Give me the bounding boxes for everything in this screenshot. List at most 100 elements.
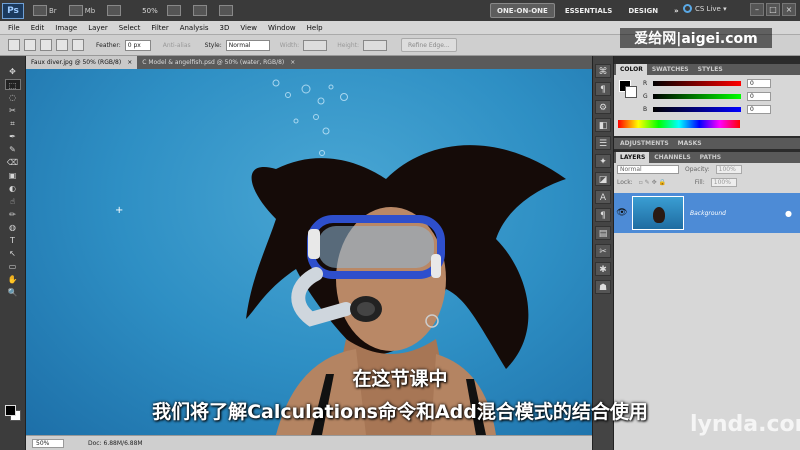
panel-background-swatch[interactable] [625, 86, 637, 98]
intersect-selection-button[interactable] [72, 39, 84, 51]
screen-mode-button[interactable] [216, 4, 236, 18]
type-tool-icon[interactable]: T [5, 235, 21, 246]
brush-tool-icon[interactable]: ✏ [5, 209, 21, 220]
settings-panel-icon[interactable]: ⚙ [595, 100, 611, 114]
antialias-checkbox[interactable]: Anti-alias [163, 42, 191, 49]
menu-edit[interactable]: Edit [31, 24, 45, 32]
close-tab-icon[interactable]: × [290, 59, 295, 66]
menu-layer[interactable]: Layer [88, 24, 108, 32]
zoom-level[interactable]: 50% [142, 7, 158, 15]
eraser-tool-icon[interactable]: ⌫ [5, 157, 21, 168]
dodge-tool-icon[interactable]: ◐ [5, 183, 21, 194]
brush-panel-icon[interactable]: ✦ [595, 154, 611, 168]
menu-image[interactable]: Image [55, 24, 77, 32]
move-tool-icon[interactable]: ✥ [5, 66, 21, 77]
tool-preset-picker[interactable] [8, 39, 20, 51]
workspace-essentials[interactable]: ESSENTIALS [559, 3, 619, 18]
crop-tool-icon[interactable]: ⌗ [5, 118, 21, 129]
character-panel-icon[interactable]: A [595, 190, 611, 204]
3d-panel-icon[interactable]: ☗ [595, 280, 611, 294]
history-brush-icon[interactable]: ☝ [5, 196, 21, 207]
path-select-tool-icon[interactable]: ↖ [5, 248, 21, 259]
feather-input[interactable]: 0 px [124, 39, 151, 51]
info-panel-icon[interactable]: ☰ [595, 136, 611, 150]
workspace-one-on-one[interactable]: ONE-ON-ONE [490, 3, 555, 18]
zoom-tool-icon[interactable]: 🔍 [5, 287, 21, 298]
aigei-watermark: 爱给网|aigei.com [620, 28, 772, 48]
blur-tool-icon[interactable]: ◍ [5, 222, 21, 233]
document-size[interactable]: Doc: 6.88M/6.88M [88, 440, 143, 447]
layer-row-background[interactable]: 👁 Background ● [614, 193, 800, 233]
clone-source-panel-icon[interactable]: ◪ [595, 172, 611, 186]
eyedropper-tool-icon[interactable]: ✒ [5, 131, 21, 142]
lock-icons[interactable]: ▫ ✎ ✥ 🔒 [639, 179, 689, 186]
foreground-color-swatch[interactable] [5, 405, 16, 416]
red-value-input[interactable]: 0 [747, 79, 771, 88]
tab-swatches[interactable]: SWATCHES [648, 64, 693, 75]
bridge-button[interactable]: Br [30, 4, 60, 18]
navigator-panel-icon[interactable]: ◧ [595, 118, 611, 132]
cs-live-button[interactable]: CS Live ▾ [683, 4, 727, 13]
subtract-selection-button[interactable] [56, 39, 68, 51]
menu-window[interactable]: Window [268, 24, 296, 32]
close-button[interactable]: × [782, 3, 796, 16]
tab-color[interactable]: COLOR [616, 64, 647, 75]
tab-masks[interactable]: MASKS [674, 138, 706, 149]
new-selection-button[interactable] [24, 39, 36, 51]
arrange-documents-button[interactable] [190, 4, 210, 18]
healing-tool-icon[interactable]: ✎ [5, 144, 21, 155]
blend-mode-select[interactable]: Normal [617, 165, 679, 174]
menu-filter[interactable]: Filter [151, 24, 168, 32]
menu-select[interactable]: Select [119, 24, 141, 32]
fill-input[interactable]: 100% [710, 178, 737, 187]
hand-tool-button[interactable] [164, 4, 184, 18]
close-tab-icon[interactable]: × [127, 59, 132, 66]
menu-3d[interactable]: 3D [220, 24, 230, 32]
marquee-tool-icon[interactable]: ⬚ [4, 79, 21, 90]
hand-tool-icon[interactable]: ✋ [5, 274, 21, 285]
menu-analysis[interactable]: Analysis [180, 24, 209, 32]
actions-panel-icon[interactable]: ✱ [595, 262, 611, 276]
tab-channels[interactable]: CHANNELS [650, 152, 694, 163]
minibridge-button[interactable]: Mb [66, 4, 98, 18]
menu-file[interactable]: File [8, 24, 20, 32]
doc-tab-faux-diver[interactable]: Faux diver.jpg @ 50% (RGB/8) × [26, 56, 138, 69]
height-input[interactable] [363, 39, 388, 51]
maximize-button[interactable]: □ [766, 3, 780, 16]
red-channel-row: R 0 [614, 77, 800, 90]
width-input[interactable] [303, 39, 328, 51]
minimize-button[interactable]: – [750, 3, 764, 16]
tab-paths[interactable]: PATHS [696, 152, 725, 163]
workspace-design[interactable]: DESIGN [622, 3, 664, 18]
green-slider[interactable] [653, 94, 741, 99]
refine-edge-button[interactable]: Refine Edge... [401, 38, 457, 52]
opacity-input[interactable]: 100% [715, 165, 742, 174]
gradient-tool-icon[interactable]: ▣ [5, 170, 21, 181]
add-selection-button[interactable] [40, 39, 52, 51]
tab-styles[interactable]: STYLES [694, 64, 727, 75]
menu-help[interactable]: Help [307, 24, 323, 32]
tool-presets-panel-icon[interactable]: ✂ [595, 244, 611, 258]
tab-layers[interactable]: LAYERS [616, 152, 650, 163]
red-slider[interactable] [653, 81, 741, 86]
history-panel-icon[interactable]: ⌘ [595, 64, 611, 78]
shape-tool-icon[interactable]: ▭ [5, 261, 21, 272]
green-value-input[interactable]: 0 [747, 92, 771, 101]
menu-view[interactable]: View [240, 24, 257, 32]
paragraph-style-panel-icon[interactable]: ¶ [595, 208, 611, 222]
tab-adjustments[interactable]: ADJUSTMENTS [616, 138, 673, 149]
view-extras-button[interactable] [104, 4, 124, 18]
quick-select-tool-icon[interactable]: ✂ [5, 105, 21, 116]
layer-name[interactable]: Background [690, 210, 726, 217]
color-spectrum-bar[interactable] [618, 120, 740, 128]
status-zoom-input[interactable]: 50% [32, 438, 64, 448]
doc-tab-model-angelfish[interactable]: C Model & angelfish.psd @ 50% (water, RG… [137, 56, 300, 69]
layer-comps-panel-icon[interactable]: ▤ [595, 226, 611, 240]
minibridge-icon [68, 5, 83, 16]
visibility-eye-icon[interactable]: 👁 [614, 208, 630, 218]
style-select[interactable]: Normal [225, 39, 270, 51]
lasso-tool-icon[interactable]: ◌ [5, 92, 21, 103]
blue-value-input[interactable]: 0 [747, 105, 771, 114]
paragraph-panel-icon[interactable]: ¶ [595, 82, 611, 96]
blue-slider[interactable] [653, 107, 741, 112]
